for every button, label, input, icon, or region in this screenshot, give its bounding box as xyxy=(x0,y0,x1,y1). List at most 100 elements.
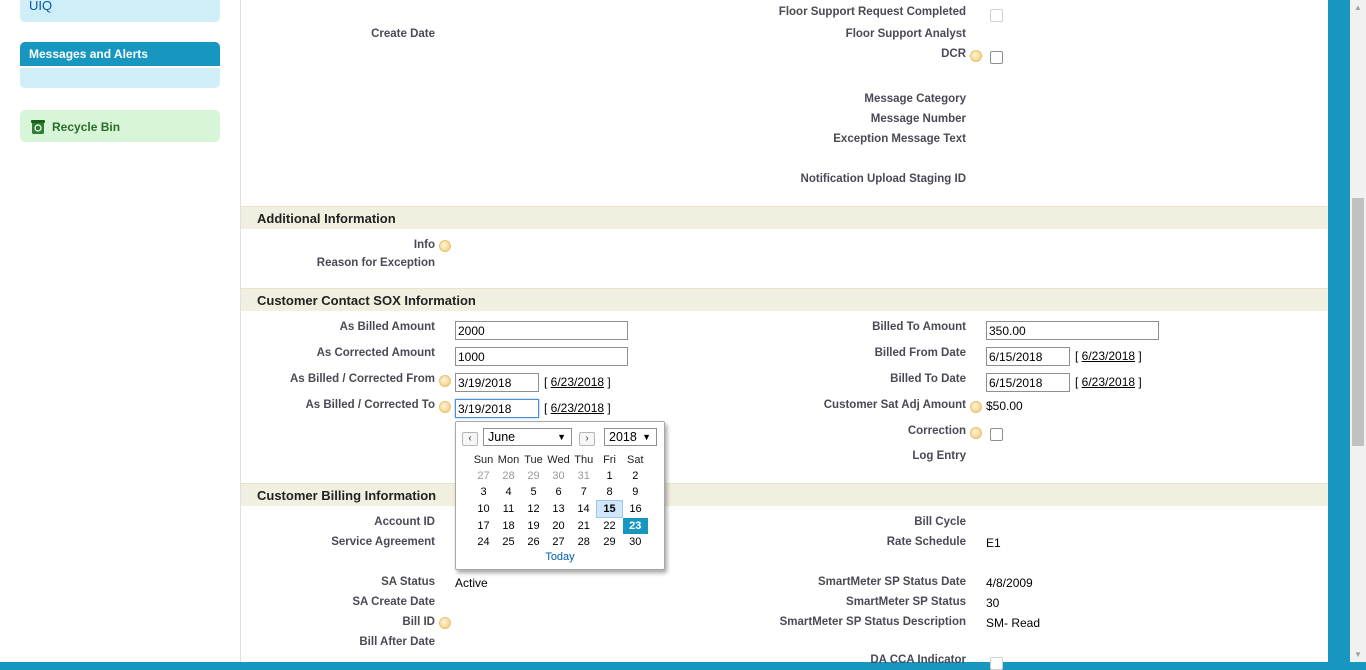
billed-to-amount-label: Billed To Amount xyxy=(872,321,966,333)
calendar-day[interactable]: 25 xyxy=(496,534,521,550)
year-select[interactable]: 2018 ▼ xyxy=(604,428,657,446)
uiq-link[interactable]: UIQ xyxy=(29,0,52,13)
calendar-day[interactable]: 16 xyxy=(623,501,649,518)
as-corrected-amount-label: As Corrected Amount xyxy=(316,347,435,359)
calendar-day[interactable]: 2 xyxy=(623,468,649,484)
calendar-day[interactable]: 1 xyxy=(597,468,623,484)
calendar-day[interactable]: 23 xyxy=(622,517,648,534)
bill-id-help-icon[interactable] xyxy=(439,617,451,629)
calendar-day[interactable]: 24 xyxy=(471,534,496,550)
correction-help-icon[interactable] xyxy=(970,427,982,439)
dcr-help-icon[interactable] xyxy=(970,50,982,62)
month-select[interactable]: June ▼ xyxy=(483,428,572,446)
calendar-day[interactable]: 20 xyxy=(546,518,571,535)
scroll-up-icon[interactable]: ▲ xyxy=(1354,3,1362,12)
billed-to-amount-input[interactable] xyxy=(986,321,1159,340)
sat-adj-help-icon[interactable] xyxy=(970,401,982,413)
calendar-day[interactable]: 3 xyxy=(471,484,496,501)
reason-for-exception-label: Reason for Exception xyxy=(316,257,435,269)
calendar-day[interactable]: 11 xyxy=(496,501,521,518)
info-help-icon[interactable] xyxy=(439,240,451,252)
billed-from-date-input[interactable] xyxy=(986,347,1070,366)
dcr-checkbox[interactable] xyxy=(990,51,1003,64)
corrected-from-date-link[interactable]: 6/23/2018 xyxy=(551,375,604,389)
as-corrected-amount-input[interactable] xyxy=(455,347,628,366)
scrollbar-thumb[interactable] xyxy=(1352,198,1364,446)
calendar-day[interactable]: 14 xyxy=(571,501,597,518)
calendar-day[interactable]: 27 xyxy=(546,534,571,550)
da-cca-label: DA CCA Indicator xyxy=(870,654,966,666)
calendar-day[interactable]: 31 xyxy=(571,468,597,484)
calendar-grid: Sun Mon Tue Wed Thu Fri Sat 27 28 29 30 31 1 2 3 4 5 6 7 8… xyxy=(471,452,648,550)
floor-support-analyst-label: Floor Support Analyst xyxy=(845,28,966,40)
billed-to-today-link[interactable]: [ 6/23/2018 ] xyxy=(1075,375,1142,389)
calendar-day[interactable]: 10 xyxy=(471,501,496,518)
corrected-to-date-input[interactable] xyxy=(455,399,539,418)
notification-upload-staging-label: Notification Upload Staging ID xyxy=(800,173,966,185)
calendar-day[interactable]: 6 xyxy=(546,484,571,501)
correction-label: Correction xyxy=(907,425,966,437)
calendar-week-row: 24 25 26 27 28 29 30 xyxy=(471,534,648,550)
weekday-header: Mon xyxy=(497,454,520,466)
weekday-header: Fri xyxy=(603,454,616,466)
calendar-day[interactable]: 29 xyxy=(597,534,623,550)
calendar-day[interactable]: 13 xyxy=(546,501,571,518)
corrected-to-date-link[interactable]: 6/23/2018 xyxy=(551,401,604,415)
corrected-from-date-input[interactable] xyxy=(455,373,539,392)
correction-checkbox[interactable] xyxy=(990,428,1003,441)
calendar-day[interactable]: 30 xyxy=(546,468,571,484)
calendar-day[interactable]: 19 xyxy=(521,518,546,535)
billed-to-date-link[interactable]: 6/23/2018 xyxy=(1082,375,1135,389)
rate-schedule-label: Rate Schedule xyxy=(886,536,966,548)
next-month-button[interactable]: › xyxy=(579,432,595,446)
exception-message-text-label: Exception Message Text xyxy=(833,133,966,145)
chevron-down-icon: ▼ xyxy=(642,432,651,442)
bill-after-date-label: Bill After Date xyxy=(359,636,435,648)
billed-from-today-link[interactable]: [ 6/23/2018 ] xyxy=(1075,349,1142,363)
corrected-to-help-icon[interactable] xyxy=(439,401,451,413)
sm-status-label: SmartMeter SP Status xyxy=(846,596,966,608)
scroll-down-icon[interactable]: ▼ xyxy=(1354,650,1362,659)
sa-create-date-label: SA Create Date xyxy=(352,596,435,608)
account-id-label: Account ID xyxy=(374,516,435,528)
calendar-day[interactable]: 30 xyxy=(623,534,649,550)
calendar-day[interactable]: 21 xyxy=(571,518,597,535)
calendar-day[interactable]: 28 xyxy=(571,534,597,550)
recycle-bin-box[interactable]: Recycle Bin xyxy=(20,110,220,142)
message-number-label: Message Number xyxy=(870,113,966,125)
as-billed-amount-label: As Billed Amount xyxy=(339,321,435,333)
section-title: Additional Information xyxy=(257,211,396,226)
calendar-day[interactable]: 12 xyxy=(521,501,546,518)
corrected-from-help-icon[interactable] xyxy=(439,375,451,387)
corrected-to-today-link[interactable]: [ 6/23/2018 ] xyxy=(544,401,611,415)
calendar-day[interactable]: 4 xyxy=(496,484,521,501)
calendar-day[interactable]: 7 xyxy=(571,484,597,501)
calendar-day[interactable]: 29 xyxy=(521,468,546,484)
prev-month-button[interactable]: ‹ xyxy=(462,432,478,446)
section-title: Customer Billing Information xyxy=(257,488,437,503)
sa-status-value: Active xyxy=(455,576,488,590)
corrected-from-today-link[interactable]: [ 6/23/2018 ] xyxy=(544,375,611,389)
calendar-day[interactable]: 8 xyxy=(597,484,623,501)
billed-to-date-input[interactable] xyxy=(986,373,1070,392)
recycle-bin-link[interactable]: Recycle Bin xyxy=(52,120,120,134)
calendar-day[interactable]: 22 xyxy=(597,518,623,535)
today-link[interactable]: Today xyxy=(456,551,664,563)
calendar-day[interactable]: 27 xyxy=(471,468,496,484)
calendar-day[interactable]: 18 xyxy=(496,518,521,535)
calendar-day[interactable]: 15 xyxy=(596,500,623,518)
calendar-day[interactable]: 17 xyxy=(471,518,496,535)
calendar-day[interactable]: 26 xyxy=(521,534,546,550)
create-date-label: Create Date xyxy=(371,28,435,40)
corrected-to-label: As Billed / Corrected To xyxy=(305,399,435,411)
bill-id-label: Bill ID xyxy=(402,616,435,628)
calendar-week-row: 10 11 12 13 14 15 16 xyxy=(471,500,649,518)
calendar-day[interactable]: 28 xyxy=(496,468,521,484)
billed-from-date-link[interactable]: 6/23/2018 xyxy=(1082,349,1135,363)
as-billed-amount-input[interactable] xyxy=(455,321,628,340)
info-label: Info xyxy=(413,239,435,251)
calendar-day[interactable]: 5 xyxy=(521,484,546,501)
calendar-day[interactable]: 9 xyxy=(623,484,649,501)
sox-information-section: Customer Contact SOX Information xyxy=(241,288,1328,311)
vertical-scrollbar[interactable]: ▲ ▼ xyxy=(1350,0,1366,662)
